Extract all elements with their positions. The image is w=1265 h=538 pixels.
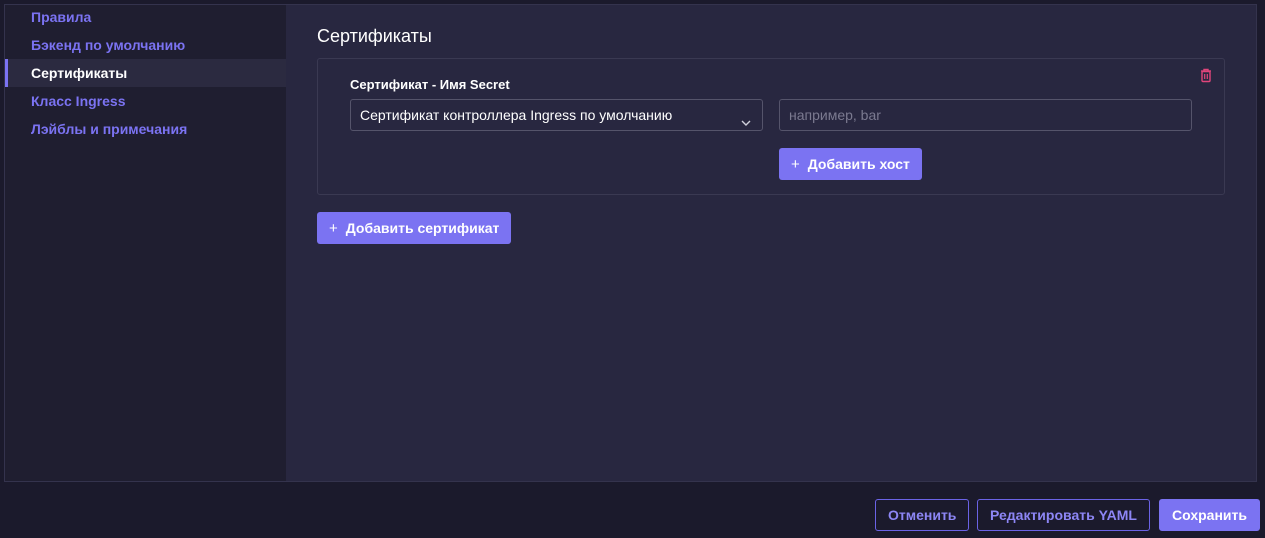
sidebar-item-labels-annotations[interactable]: Лэйблы и примечания: [5, 115, 286, 143]
sidebar-item-default-backend[interactable]: Бэкенд по умолчанию: [5, 31, 286, 59]
cancel-button[interactable]: Отменить: [875, 499, 970, 531]
add-host-label: Добавить хост: [807, 156, 910, 172]
plus-icon: +: [791, 156, 800, 173]
sidebar-item-certificates[interactable]: Сертификаты: [5, 59, 286, 87]
edit-yaml-button[interactable]: Редактировать YAML: [977, 499, 1150, 531]
add-certificate-button[interactable]: + Добавить сертификат: [317, 212, 512, 244]
save-button[interactable]: Сохранить: [1159, 499, 1260, 531]
add-host-button[interactable]: + Добавить хост: [779, 148, 922, 180]
trash-icon[interactable]: [1198, 67, 1214, 83]
secret-select-value: Сертификат контроллера Ingress по умолча…: [360, 107, 673, 123]
add-certificate-label: Добавить сертификат: [345, 220, 500, 236]
chevron-down-icon: [740, 109, 752, 126]
main-content: Сертификаты Сертификат - Имя Secret Серт…: [286, 5, 1256, 481]
sidebar-item-rules[interactable]: Правила: [5, 5, 286, 31]
host-input[interactable]: [779, 99, 1192, 131]
ingress-form-panel: Правила Бэкенд по умолчанию Сертификаты …: [4, 4, 1257, 482]
certificate-card: Сертификат - Имя Secret Сертификат контр…: [317, 58, 1225, 195]
secret-name-label: Сертификат - Имя Secret: [350, 77, 510, 92]
sidebar-nav: Правила Бэкенд по умолчанию Сертификаты …: [5, 5, 286, 481]
secret-select[interactable]: Сертификат контроллера Ingress по умолча…: [350, 99, 763, 131]
page-title: Сертификаты: [317, 26, 432, 46]
plus-icon: +: [329, 220, 338, 237]
sidebar-item-ingress-class[interactable]: Класс Ingress: [5, 87, 286, 115]
